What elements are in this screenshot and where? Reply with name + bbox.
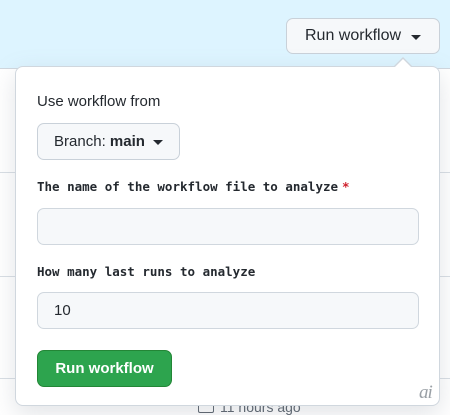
run-workflow-submit-button[interactable]: Run workflow bbox=[37, 350, 172, 387]
last-runs-input[interactable] bbox=[37, 292, 419, 329]
popover-arrow-inner bbox=[395, 59, 411, 67]
workflow-file-label: The name of the workflow file to analyze… bbox=[37, 179, 350, 194]
branch-name: main bbox=[109, 133, 145, 150]
branch-select-button[interactable]: Branch: main bbox=[37, 123, 180, 160]
branch-prefix: Branch: bbox=[54, 133, 110, 150]
triangle-down-icon bbox=[411, 34, 422, 40]
triangle-down-icon bbox=[152, 140, 163, 145]
use-workflow-from-label: Use workflow from bbox=[37, 93, 161, 110]
branch-select-label: Branch: main bbox=[54, 133, 145, 150]
run-workflow-dropdown-label: Run workflow bbox=[304, 27, 402, 44]
run-workflow-dropdown-button[interactable]: Run workflow bbox=[286, 18, 440, 54]
run-workflow-popover: Use workflow from Branch: main The name … bbox=[15, 66, 440, 406]
last-runs-label: How many last runs to analyze bbox=[37, 264, 256, 279]
publisher-logo-watermark: ai bbox=[419, 382, 433, 403]
workflow-file-input[interactable] bbox=[37, 208, 419, 245]
required-asterisk: * bbox=[342, 179, 350, 194]
workflow-file-label-text: The name of the workflow file to analyze bbox=[37, 179, 339, 194]
